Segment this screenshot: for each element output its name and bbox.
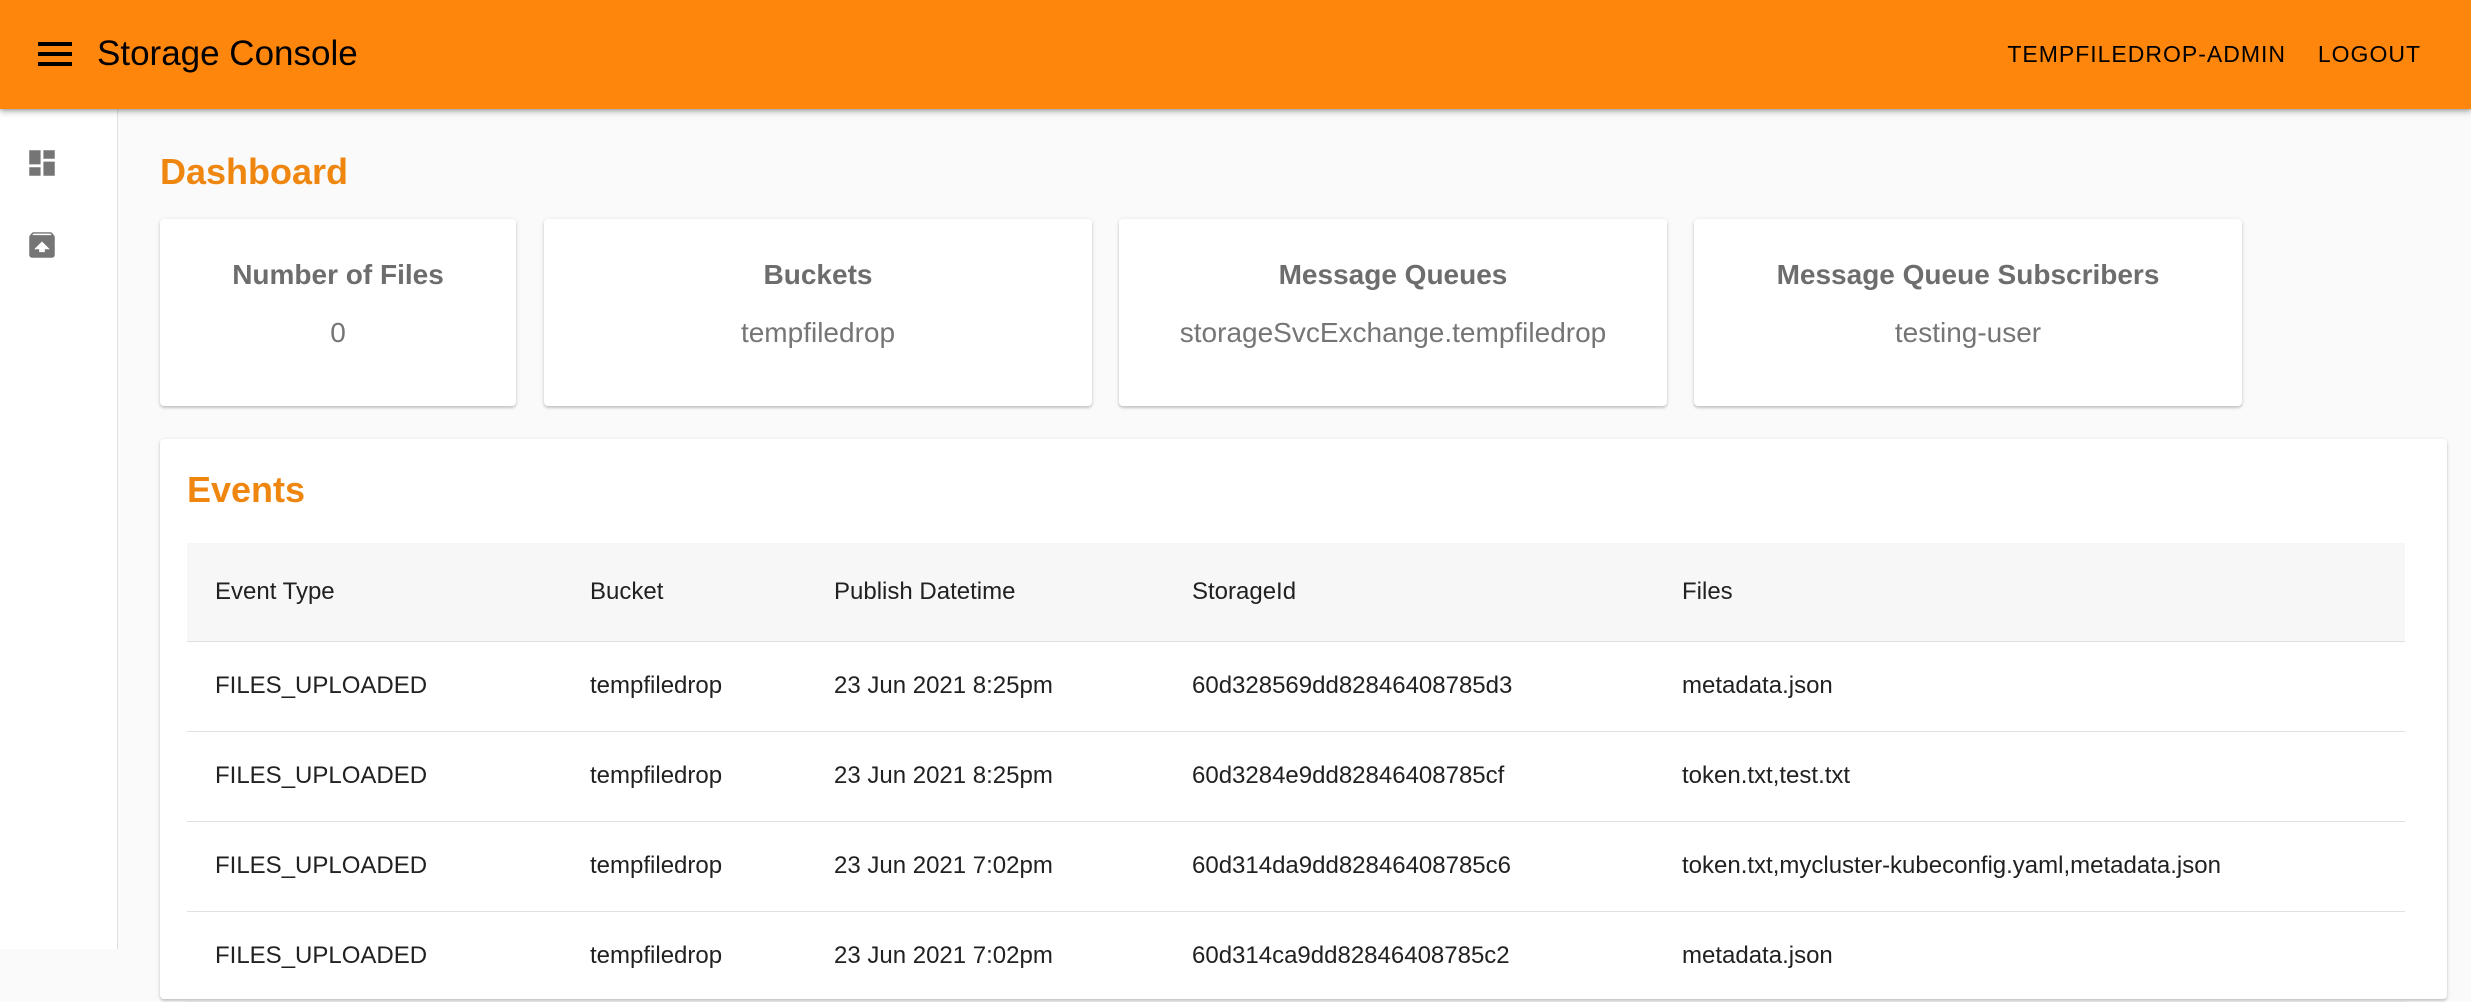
- cell-files: token.txt,mycluster-kubeconfig.yaml,meta…: [1654, 821, 2405, 912]
- cell-event-type: FILES_UPLOADED: [187, 911, 562, 1002]
- cell-files: metadata.json: [1654, 911, 2405, 1002]
- cell-storage-id: 60d314ca9dd82846408785c2: [1164, 911, 1654, 1002]
- page-title: Dashboard: [160, 151, 349, 192]
- card-value: storageSvcExchange.tempfiledrop: [1179, 317, 1607, 348]
- cell-bucket: tempfiledrop: [562, 731, 806, 822]
- user-account-button[interactable]: TEMPFILEDROP-ADMIN: [2007, 34, 2286, 74]
- table-row[interactable]: FILES_UPLOADED tempfiledrop 23 Jun 2021 …: [187, 911, 2405, 1002]
- menu-button[interactable]: [28, 30, 82, 78]
- events-title: Events: [187, 469, 306, 510]
- table-row[interactable]: FILES_UPLOADED tempfiledrop 23 Jun 2021 …: [187, 821, 2405, 912]
- cell-files: token.txt,test.txt: [1654, 731, 2405, 822]
- stat-card-buckets: Buckets tempfiledrop: [544, 219, 1092, 406]
- card-title: Number of Files: [232, 259, 444, 290]
- sidebar-item-dashboard[interactable]: [22, 143, 62, 183]
- cell-storage-id: 60d328569dd82846408785d3: [1164, 641, 1654, 732]
- column-header-storage-id[interactable]: StorageId: [1164, 543, 1654, 642]
- card-value: testing-user: [1894, 317, 2042, 348]
- column-header-bucket[interactable]: Bucket: [562, 543, 806, 642]
- table-header-row: Event Type Bucket Publish Datetime Stora…: [187, 543, 2405, 642]
- sidebar-item-archive[interactable]: [22, 225, 62, 265]
- card-title: Buckets: [763, 259, 873, 290]
- card-value: tempfiledrop: [740, 317, 896, 348]
- card-title: Message Queues: [1278, 259, 1508, 290]
- main-content: Dashboard Number of Files 0 Buckets temp…: [118, 109, 2471, 1002]
- cell-bucket: tempfiledrop: [562, 821, 806, 912]
- sidebar: [0, 109, 118, 949]
- cell-event-type: FILES_UPLOADED: [187, 731, 562, 822]
- card-title: Message Queue Subscribers: [1776, 259, 2160, 290]
- card-value: 0: [330, 317, 346, 348]
- table-row[interactable]: FILES_UPLOADED tempfiledrop 23 Jun 2021 …: [187, 731, 2405, 822]
- cell-event-type: FILES_UPLOADED: [187, 641, 562, 732]
- events-table: Event Type Bucket Publish Datetime Stora…: [187, 543, 2405, 1002]
- cell-files: metadata.json: [1654, 641, 2405, 732]
- stat-card-message-queue-subscribers: Message Queue Subscribers testing-user: [1694, 219, 2242, 406]
- table-row[interactable]: FILES_UPLOADED tempfiledrop 23 Jun 2021 …: [187, 641, 2405, 732]
- cell-storage-id: 60d3284e9dd82846408785cf: [1164, 731, 1654, 822]
- column-header-publish-datetime[interactable]: Publish Datetime: [806, 543, 1164, 642]
- stat-card-message-queues: Message Queues storageSvcExchange.tempfi…: [1119, 219, 1667, 406]
- logout-button[interactable]: LOGOUT: [2318, 34, 2421, 74]
- archive-upload-icon: [29, 232, 55, 258]
- events-panel: Events Event Type Bucket Publish Datetim…: [160, 439, 2447, 1002]
- cell-event-type: FILES_UPLOADED: [187, 821, 562, 912]
- cell-publish-datetime: 23 Jun 2021 7:02pm: [806, 821, 1164, 912]
- cell-bucket: tempfiledrop: [562, 641, 806, 732]
- stat-card-number-of-files: Number of Files 0: [160, 219, 516, 406]
- cell-publish-datetime: 23 Jun 2021 7:02pm: [806, 911, 1164, 1002]
- cell-storage-id: 60d314da9dd82846408785c6: [1164, 821, 1654, 912]
- column-header-event-type[interactable]: Event Type: [187, 543, 562, 642]
- cell-publish-datetime: 23 Jun 2021 8:25pm: [806, 641, 1164, 732]
- cell-bucket: tempfiledrop: [562, 911, 806, 1002]
- dashboard-icon: [29, 150, 55, 176]
- menu-icon: [38, 42, 72, 66]
- app-bar: Storage Console TEMPFILEDROP-ADMIN LOGOU…: [0, 0, 2471, 109]
- column-header-files[interactable]: Files: [1654, 543, 2405, 642]
- cell-publish-datetime: 23 Jun 2021 8:25pm: [806, 731, 1164, 822]
- app-title: Storage Console: [97, 34, 358, 73]
